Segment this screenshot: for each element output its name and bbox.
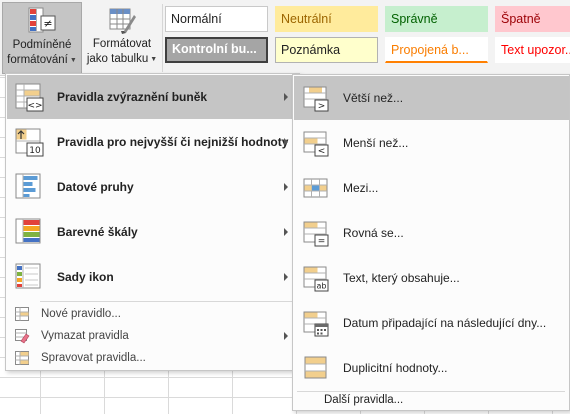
data-bars-icon <box>13 171 45 203</box>
style-normal[interactable]: Normální <box>165 6 268 32</box>
less-than-icon: < <box>302 129 330 157</box>
format-as-table-icon <box>107 5 137 35</box>
top-bottom-rules-icon: 10 <box>13 126 45 158</box>
svg-text:<>: <> <box>27 101 42 111</box>
menu-item-highlight-rules[interactable]: <> Pravidla zvýraznění buněk <box>7 75 298 119</box>
conditional-formatting-label-row: formátování ▼ <box>7 53 77 68</box>
submenu-item-less-than[interactable]: < Menší než... <box>294 121 569 165</box>
new-rule-icon <box>14 306 30 322</box>
text-contains-icon: ab <box>302 264 330 292</box>
date-occurring-icon <box>302 309 330 337</box>
menu-item-clear-rules[interactable]: Vymazat pravidla <box>7 325 298 347</box>
between-icon <box>302 174 330 202</box>
format-as-table-button[interactable]: Formátovat jako tabulku ▼ <box>84 2 160 74</box>
style-warning-text[interactable]: Text upozor... <box>495 37 570 63</box>
conditional-formatting-icon: ≠ <box>27 6 57 36</box>
chevron-right-icon <box>284 183 288 191</box>
submenu-item-text-contains[interactable]: ab Text, který obsahuje... <box>294 256 569 300</box>
manage-rules-icon <box>14 350 30 366</box>
submenu-item-label: Rovná se... <box>343 226 404 240</box>
svg-text:=: = <box>318 237 326 247</box>
style-neutral[interactable]: Neutrální <box>275 6 378 32</box>
chevron-right-icon <box>284 332 288 340</box>
menu-item-label: Vymazat pravidla <box>41 330 129 342</box>
greater-than-icon: > <box>302 84 330 112</box>
format-as-table-label-2: jako tabulku <box>86 53 149 65</box>
style-note[interactable]: Poznámka <box>275 37 378 63</box>
style-linked-cell[interactable]: Propojená b... <box>385 37 488 63</box>
chevron-right-icon <box>284 93 288 101</box>
ribbon-divider <box>162 4 163 72</box>
style-good[interactable]: Správně <box>385 6 488 32</box>
chevron-right-icon <box>284 273 288 281</box>
clear-rules-icon <box>14 328 30 344</box>
submenu-item-date-occurring[interactable]: Datum připadající na následující dny... <box>294 301 569 345</box>
chevron-right-icon <box>284 228 288 236</box>
chevron-down-icon: ▼ <box>69 57 77 64</box>
menu-item-label: Pravidla zvýraznění buněk <box>57 90 208 104</box>
menu-item-label: Pravidla pro nejvyšší či nejnižší hodnot… <box>57 135 289 149</box>
menu-item-label: Nové pravidlo... <box>41 308 121 320</box>
highlight-rules-icon: <> <box>13 81 45 113</box>
conditional-formatting-menu: <> Pravidla zvýraznění buněk 10 Pravidla… <box>5 73 300 371</box>
svg-text:≠: ≠ <box>43 17 52 30</box>
submenu-item-label: Další pravidla... <box>324 394 404 406</box>
submenu-item-label: Duplicitní hodnoty... <box>343 361 448 375</box>
menu-item-data-bars[interactable]: Datové pruhy <box>7 165 298 209</box>
cell-styles-gallery: Normální Neutrální Správně Špatně Kontro… <box>165 6 570 63</box>
submenu-item-label: Text, který obsahuje... <box>343 271 460 285</box>
svg-text:10: 10 <box>29 146 41 156</box>
menu-item-label: Spravovat pravidla... <box>41 352 146 364</box>
icon-sets-icon <box>13 261 45 293</box>
menu-item-manage-rules[interactable]: Spravovat pravidla... <box>7 347 298 369</box>
conditional-formatting-label-2: formátování <box>7 54 68 66</box>
submenu-item-duplicate-values[interactable]: Duplicitní hodnoty... <box>294 346 569 390</box>
menu-item-label: Datové pruhy <box>57 180 134 194</box>
submenu-item-greater-than[interactable]: > Větší než... <box>294 76 569 120</box>
submenu-item-label: Menší než... <box>343 136 409 150</box>
submenu-item-label: Datum připadající na následující dny... <box>343 316 547 330</box>
conditional-formatting-label-1: Podmíněné <box>12 39 72 51</box>
svg-text:<: < <box>318 147 326 157</box>
submenu-item-between[interactable]: Mezi... <box>294 166 569 210</box>
format-as-table-label-1: Formátovat <box>92 38 152 50</box>
menu-item-icon-sets[interactable]: Sady ikon <box>7 255 298 299</box>
ribbon: ≠ Podmíněné formátování ▼ Formátovat jak… <box>0 0 570 76</box>
menu-item-top-bottom-rules[interactable]: 10 Pravidla pro nejvyšší či nejnižší hod… <box>7 120 298 164</box>
duplicate-values-icon <box>302 354 330 382</box>
svg-text:ab: ab <box>317 282 327 291</box>
equal-to-icon: = <box>302 219 330 247</box>
submenu-item-label: Větší než... <box>343 91 404 105</box>
submenu-item-equal-to[interactable]: = Rovná se... <box>294 211 569 255</box>
style-bad[interactable]: Špatně <box>495 6 570 32</box>
highlight-rules-submenu: > Větší než... < Menší než... Mezi... = … <box>292 74 570 411</box>
menu-divider <box>40 301 295 302</box>
chevron-right-icon <box>284 138 288 146</box>
menu-item-new-rule[interactable]: Nové pravidlo... <box>7 303 298 325</box>
format-as-table-label-row: jako tabulku ▼ <box>87 52 157 67</box>
submenu-item-label: Mezi... <box>343 181 379 195</box>
menu-item-label: Sady ikon <box>57 270 114 284</box>
menu-item-label: Barevné škály <box>57 225 138 239</box>
svg-text:>: > <box>318 102 326 112</box>
conditional-formatting-button[interactable]: ≠ Podmíněné formátování ▼ <box>2 2 82 74</box>
submenu-item-more-rules[interactable]: Další pravidla... <box>294 389 569 411</box>
color-scales-icon <box>13 216 45 248</box>
style-check-cell[interactable]: Kontrolní bu... <box>165 37 268 63</box>
chevron-down-icon: ▼ <box>150 56 158 63</box>
menu-item-color-scales[interactable]: Barevné škály <box>7 210 298 254</box>
